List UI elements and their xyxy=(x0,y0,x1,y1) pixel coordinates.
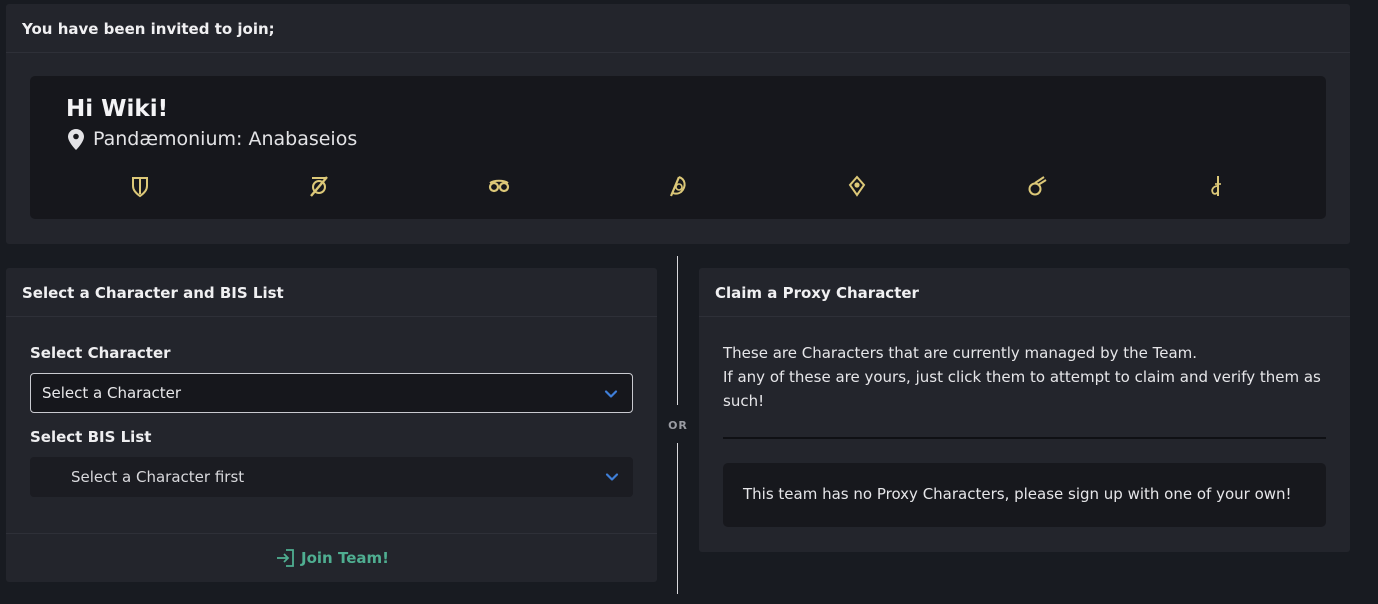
proxy-card-header: Claim a Proxy Character xyxy=(699,268,1350,317)
proxy-description: These are Characters that are currently … xyxy=(723,341,1323,413)
character-card: Select a Character and BIS List Select C… xyxy=(6,268,657,582)
select-bis-label: Select BIS List xyxy=(30,428,152,446)
character-card-footer: Join Team! xyxy=(6,533,657,582)
character-card-header: Select a Character and BIS List xyxy=(6,268,657,317)
sage-icon xyxy=(846,174,868,198)
invite-header: You have been invited to join; xyxy=(6,4,1350,53)
job-icon-row xyxy=(30,174,1326,200)
join-team-label: Join Team! xyxy=(301,549,389,567)
join-team-button[interactable]: Join Team! xyxy=(274,547,389,569)
select-character-label: Select Character xyxy=(30,344,171,362)
divider-line-top xyxy=(677,256,678,405)
divider-or-label: OR xyxy=(668,419,688,432)
sign-in-icon xyxy=(277,549,294,567)
proxy-description-line1: These are Characters that are currently … xyxy=(723,344,1198,362)
map-pin-icon xyxy=(68,128,84,150)
reaper-icon xyxy=(667,174,689,198)
team-box: Hi Wiki! Pandæmonium: Anabaseios xyxy=(30,76,1326,219)
chevron-down-icon xyxy=(604,390,618,398)
divider-line-bottom xyxy=(677,443,678,594)
team-location: Pandæmonium: Anabaseios xyxy=(68,128,357,150)
paladin-icon xyxy=(129,174,151,198)
character-select[interactable]: Select a Character xyxy=(30,373,633,413)
character-select-value: Select a Character xyxy=(42,384,182,402)
dark-knight-icon xyxy=(308,174,330,198)
team-location-text: Pandæmonium: Anabaseios xyxy=(93,128,358,150)
proxy-empty-message: This team has no Proxy Characters, pleas… xyxy=(723,463,1326,527)
team-greeting: Hi Wiki! xyxy=(66,96,169,122)
invite-card: You have been invited to join; Hi Wiki! … xyxy=(6,4,1350,244)
bis-select-value: Select a Character first xyxy=(71,468,245,486)
proxy-separator xyxy=(723,437,1326,439)
bis-list-select[interactable]: Select a Character first xyxy=(30,457,633,497)
machinist-icon xyxy=(1026,174,1048,198)
red-mage-icon xyxy=(1205,174,1227,198)
scholar-icon xyxy=(488,174,510,198)
proxy-description-line2: If any of these are yours, just click th… xyxy=(723,368,1321,410)
chevron-down-icon xyxy=(605,473,619,481)
proxy-card: Claim a Proxy Character These are Charac… xyxy=(699,268,1350,552)
